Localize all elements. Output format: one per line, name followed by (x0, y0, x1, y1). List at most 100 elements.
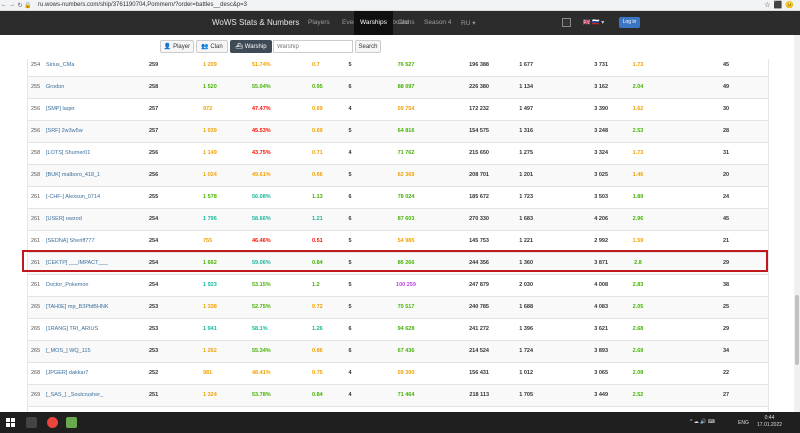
experience-cell: 4 206 (594, 216, 608, 222)
site-navbar: WoWS Stats & Numbers Players Events Lead… (0, 11, 800, 35)
planes-cell: 1.73 (632, 150, 644, 156)
star-icon[interactable]: ☆ (764, 1, 770, 9)
clock[interactable]: 0:44 17.01.2022 (757, 415, 782, 429)
total-damage-cell: 241 272 (469, 326, 489, 332)
player-name-link[interactable]: [USER] owzod (46, 209, 82, 230)
language-indicator[interactable]: ENG (738, 420, 749, 426)
table-row: 258 [LOTS] Shumer01 256 1 149 43.75% 0.71 4 71 … (28, 143, 768, 165)
survived-cell: 22 (722, 370, 730, 376)
player-name-link[interactable]: [LOTS] Shumer01 (46, 143, 90, 164)
scrollbar-thumb[interactable] (795, 295, 799, 365)
url-text[interactable]: ru.wows-numbers.com/ship/3761190704,Pomm… (38, 2, 247, 8)
kd-ratio-cell: 0.69 (312, 106, 323, 112)
clan-tab-button[interactable]: 👥 Clan (196, 40, 228, 53)
battles-cell: 254 (149, 238, 159, 244)
total-damage-cell: 208 701 (469, 172, 489, 178)
battles-cell: 253 (149, 348, 159, 354)
kd-ratio-cell: 0.95 (312, 84, 323, 90)
system-tray-icons[interactable]: ^ ☁ 🔊 ⌨ (690, 419, 715, 425)
battles-cell: 257 (149, 128, 159, 134)
total-damage-cell: 247 879 (469, 282, 489, 288)
level-cell: 5 (348, 238, 352, 244)
player-name-link[interactable]: [CEKTP] ___IMPACT___ (46, 253, 108, 274)
player-name-link[interactable]: [SRF] 2w3w5w (46, 121, 83, 142)
player-name-link[interactable]: [JPGER] dakkar7 (46, 363, 89, 384)
nav-region[interactable]: RU ▾ (461, 19, 475, 27)
chrome-icon[interactable] (47, 417, 58, 428)
avg-damage-cell: 71 762 (397, 150, 415, 156)
rank-cell: 256 (31, 128, 41, 134)
kills-cell: 1 723 (519, 194, 533, 200)
planes-cell: 2.53 (632, 128, 644, 134)
player-name-link[interactable]: Doctor_Pokemon (46, 275, 89, 296)
level-cell: 5 (348, 304, 352, 310)
browser-actions: ☆ ⬛ 😐 (764, 1, 800, 9)
table-row: 269 [_SAS_] _Soulcrusher_ 251 1 324 53.78% 0.… (28, 385, 768, 407)
nav-clans[interactable]: Clans (398, 19, 415, 26)
app-icon[interactable] (66, 417, 77, 428)
kills-cell: 1 497 (519, 106, 533, 112)
extension-icon[interactable]: ⬛ (774, 1, 783, 9)
table-row: 265 [1RANG] TRI_ARIUS 253 1 941 58.1% 1.26 6 94… (28, 319, 768, 341)
search-input[interactable] (273, 40, 353, 53)
player-name-link[interactable]: [1RANG] TRI_ARIUS (46, 319, 98, 340)
theme-toggle[interactable] (562, 18, 571, 27)
player-name-link[interactable]: [_SAS_] _Soulcrusher_ (46, 385, 103, 406)
planes-cell: 1.73 (632, 62, 644, 68)
ranking-table: 254 Sirius_CMa 259 1 209 51.74% 0.7 5 76 527 196… (27, 59, 769, 412)
profile-icon[interactable]: 😐 (785, 1, 794, 9)
level-cell: 6 (348, 194, 352, 200)
win-rate-cell: 52.75% (252, 304, 271, 310)
task-view-icon[interactable] (26, 417, 37, 428)
player-tab-button[interactable]: 👤 Player (160, 40, 194, 53)
survived-cell: 31 (722, 150, 730, 156)
nav-warships[interactable]: Warships (354, 11, 393, 35)
site-brand[interactable]: WoWS Stats & Numbers (212, 18, 299, 27)
avg-damage-cell: 62 369 (397, 172, 415, 178)
player-name-link[interactable]: [SEDNA] Sheriff777 (46, 231, 95, 252)
player-name-link[interactable]: [-CHF-] Alexsun_0714 (46, 187, 100, 208)
warship-tab-button[interactable]: ⛴ Warship (230, 40, 272, 53)
total-damage-cell: 270 330 (469, 216, 489, 222)
battles-cell: 256 (149, 150, 159, 156)
avg-exp-cell: 1 662 (203, 260, 217, 266)
player-name-link[interactable]: Grodon (46, 77, 64, 98)
avg-damage-cell: 86 266 (397, 260, 415, 266)
table-row: 261 Doctor_Pokemon 254 1 923 53.15% 1.2 5 100 2… (28, 275, 768, 297)
ship-icon: ⛴ (235, 44, 245, 50)
avg-damage-cell: 87 603 (397, 216, 415, 222)
planes-cell: 2.8 (634, 260, 642, 266)
player-name-link[interactable]: [SMP] laqer (46, 99, 75, 120)
search-button[interactable]: Search (355, 40, 381, 53)
avg-exp-cell: 1 024 (203, 172, 217, 178)
nav-season[interactable]: Season 4 (424, 19, 451, 26)
level-cell: 4 (348, 150, 352, 156)
player-name-link[interactable]: Sirius_CMa (46, 59, 74, 76)
forward-icon[interactable]: → (8, 2, 16, 8)
nav-players[interactable]: Players (308, 19, 330, 26)
survived-cell: 34 (722, 348, 730, 354)
win-rate-cell: 43.75% (252, 150, 271, 156)
windows-taskbar: ^ ☁ 🔊 ⌨ ENG 0:44 17.01.2022 (0, 412, 800, 433)
kd-ratio-cell: 0.72 (312, 304, 323, 310)
experience-cell: 3 893 (594, 348, 608, 354)
kills-cell: 1 705 (519, 392, 533, 398)
level-cell: 4 (348, 392, 352, 398)
kills-cell: 1 396 (519, 326, 533, 332)
back-icon[interactable]: ← (0, 2, 8, 8)
rank-cell: 268 (31, 370, 41, 376)
player-name-link[interactable]: [TAH0E] mp_B3PblBHNK (46, 297, 109, 318)
player-name-link[interactable]: [BUK] malboro_418_1 (46, 165, 100, 186)
page-scrollbar[interactable] (794, 35, 800, 412)
language-flags-icon[interactable]: 🇬🇧 🇷🇺 ▾ (583, 19, 604, 26)
rank-cell: 265 (31, 304, 41, 310)
player-name-link[interactable]: [_MOS_] WQ_115 (46, 341, 91, 362)
win-rate-cell: 53.78% (252, 392, 271, 398)
login-button[interactable]: Log in (619, 17, 640, 28)
total-damage-cell: 226 380 (469, 84, 489, 90)
windows-start-icon[interactable] (6, 418, 15, 427)
planes-cell: 2.05 (632, 304, 644, 310)
kills-cell: 1 683 (519, 216, 533, 222)
reload-icon[interactable]: ↻ (16, 2, 24, 9)
survived-cell: 45 (722, 216, 730, 222)
